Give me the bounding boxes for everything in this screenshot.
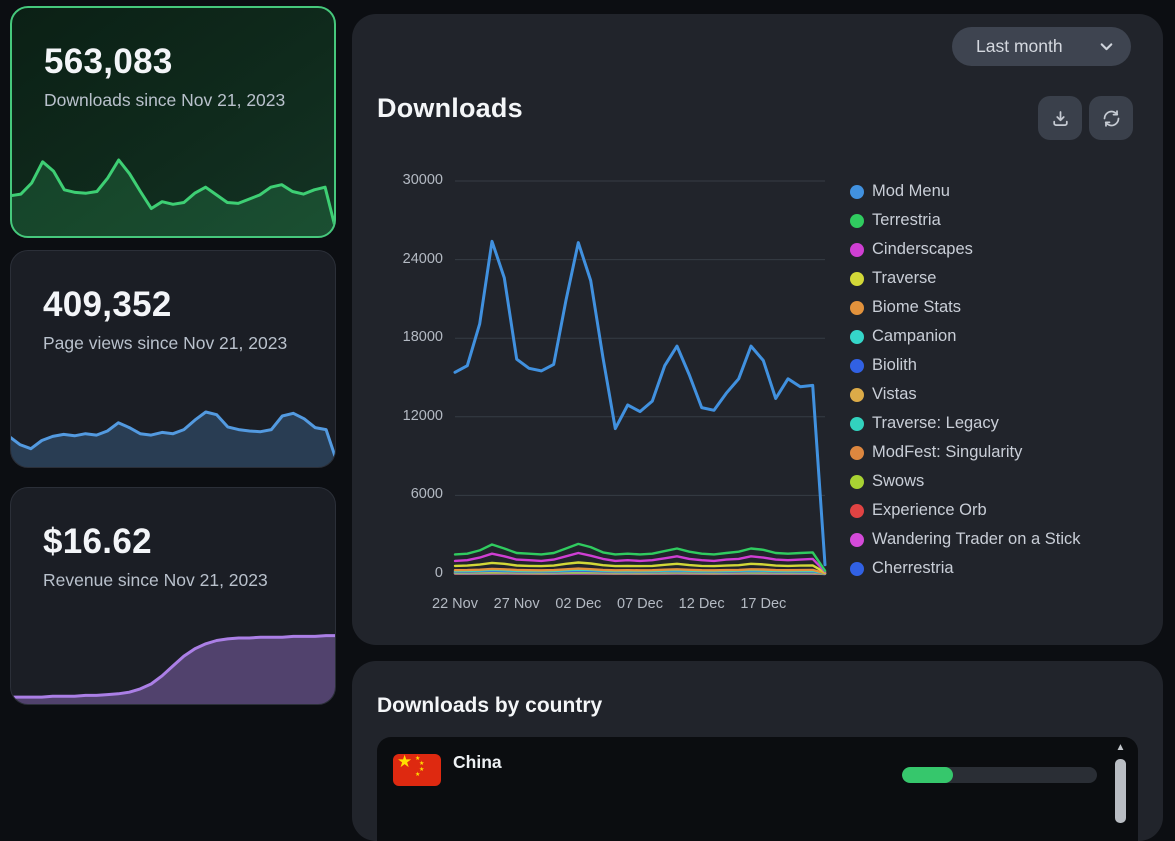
chart-legend: Mod Menu Terrestria Cinderscapes Traverse Bi… xyxy=(850,177,1081,583)
stat-sparkline xyxy=(10,614,336,705)
x-axis-label: 02 Dec xyxy=(543,596,613,612)
legend-label: Cherrestria xyxy=(872,559,954,578)
legend-color-dot xyxy=(850,475,864,489)
legend-color-dot xyxy=(850,359,864,373)
stat-sparkline xyxy=(10,143,336,238)
scrollbar-thumb[interactable] xyxy=(1115,759,1126,823)
downloads-panel: Last month Downloads Mod Menu Terrestria C… xyxy=(352,14,1163,645)
stat-card-revenue[interactable]: $16.62 Revenue since Nov 21, 2023 xyxy=(10,487,336,705)
x-axis-label: 27 Nov xyxy=(482,596,552,612)
downloads-chart-plot xyxy=(455,181,825,574)
chevron-down-icon xyxy=(1098,38,1115,55)
legend-color-dot xyxy=(850,301,864,315)
refresh-chart-button[interactable] xyxy=(1089,96,1133,140)
stat-value: 563,083 xyxy=(44,42,306,82)
legend-item[interactable]: Wandering Trader on a Stick xyxy=(850,525,1081,554)
legend-label: Traverse: Legacy xyxy=(872,414,999,433)
legend-label: Vistas xyxy=(872,385,917,404)
country-panel-title: Downloads by country xyxy=(377,694,602,718)
country-download-bar-fill xyxy=(902,767,953,783)
legend-item[interactable]: Biome Stats xyxy=(850,293,1081,322)
legend-label: Experience Orb xyxy=(872,501,987,520)
x-axis-label: 17 Dec xyxy=(728,596,798,612)
y-axis-label: 18000 xyxy=(352,329,443,345)
y-axis-label: 6000 xyxy=(352,486,443,502)
date-range-selector[interactable]: Last month xyxy=(952,27,1131,66)
y-axis-label: 12000 xyxy=(352,408,443,424)
x-axis-label: 07 Dec xyxy=(605,596,675,612)
legend-item[interactable]: Mod Menu xyxy=(850,177,1081,206)
legend-item[interactable]: Campanion xyxy=(850,322,1081,351)
scroll-up-icon[interactable]: ▲ xyxy=(1113,740,1128,756)
legend-item[interactable]: ModFest: Singularity xyxy=(850,438,1081,467)
country-panel: Downloads by country ★ ★ ★ ★ ★ China ▲ xyxy=(352,661,1163,841)
legend-item[interactable]: Vistas xyxy=(850,380,1081,409)
stat-value: 409,352 xyxy=(43,285,307,325)
stat-label: Downloads since Nov 21, 2023 xyxy=(44,89,290,112)
refresh-icon xyxy=(1101,108,1122,129)
china-flag-icon: ★ ★ ★ ★ ★ xyxy=(393,754,441,786)
country-name: China xyxy=(453,752,502,773)
x-axis-label: 22 Nov xyxy=(420,596,490,612)
export-chart-button[interactable] xyxy=(1038,96,1082,140)
legend-item[interactable]: Traverse: Legacy xyxy=(850,409,1081,438)
legend-color-dot xyxy=(850,388,864,402)
legend-label: Swows xyxy=(872,472,924,491)
country-list: ★ ★ ★ ★ ★ China ▲ xyxy=(377,737,1138,841)
legend-color-dot xyxy=(850,330,864,344)
stat-label: Revenue since Nov 21, 2023 xyxy=(43,569,291,592)
legend-color-dot xyxy=(850,185,864,199)
x-axis-label: 12 Dec xyxy=(667,596,737,612)
date-range-label: Last month xyxy=(976,36,1063,57)
legend-item[interactable]: Cherrestria xyxy=(850,554,1081,583)
legend-color-dot xyxy=(850,562,864,576)
legend-item[interactable]: Biolith xyxy=(850,351,1081,380)
legend-label: Biome Stats xyxy=(872,298,961,317)
legend-color-dot xyxy=(850,417,864,431)
stat-value: $16.62 xyxy=(43,522,307,562)
stat-card-pageviews[interactable]: 409,352 Page views since Nov 21, 2023 xyxy=(10,250,336,468)
stat-label: Page views since Nov 21, 2023 xyxy=(43,332,291,355)
download-icon xyxy=(1050,108,1071,129)
legend-label: ModFest: Singularity xyxy=(872,443,1022,462)
legend-color-dot xyxy=(850,272,864,286)
legend-color-dot xyxy=(850,446,864,460)
country-row: ★ ★ ★ ★ ★ China xyxy=(377,737,1138,807)
legend-color-dot xyxy=(850,243,864,257)
country-list-scrollbar[interactable]: ▲ xyxy=(1113,740,1128,840)
legend-item[interactable]: Terrestria xyxy=(850,206,1081,235)
legend-item[interactable]: Cinderscapes xyxy=(850,235,1081,264)
legend-label: Cinderscapes xyxy=(872,240,973,259)
stat-sparkline xyxy=(10,391,336,468)
panel-title: Downloads xyxy=(377,93,523,124)
legend-item[interactable]: Traverse xyxy=(850,264,1081,293)
legend-label: Biolith xyxy=(872,356,917,375)
legend-label: Mod Menu xyxy=(872,182,950,201)
y-axis-label: 30000 xyxy=(352,172,443,188)
legend-label: Traverse xyxy=(872,269,937,288)
legend-item[interactable]: Swows xyxy=(850,467,1081,496)
stat-card-downloads[interactable]: 563,083 Downloads since Nov 21, 2023 xyxy=(10,6,336,238)
legend-color-dot xyxy=(850,533,864,547)
legend-color-dot xyxy=(850,504,864,518)
legend-label: Campanion xyxy=(872,327,956,346)
legend-label: Wandering Trader on a Stick xyxy=(872,530,1081,549)
y-axis-label: 24000 xyxy=(352,251,443,267)
legend-label: Terrestria xyxy=(872,211,941,230)
legend-color-dot xyxy=(850,214,864,228)
chart-series-line xyxy=(455,241,825,565)
country-download-bar xyxy=(902,767,1097,783)
y-axis-label: 0 xyxy=(352,565,443,581)
legend-item[interactable]: Experience Orb xyxy=(850,496,1081,525)
